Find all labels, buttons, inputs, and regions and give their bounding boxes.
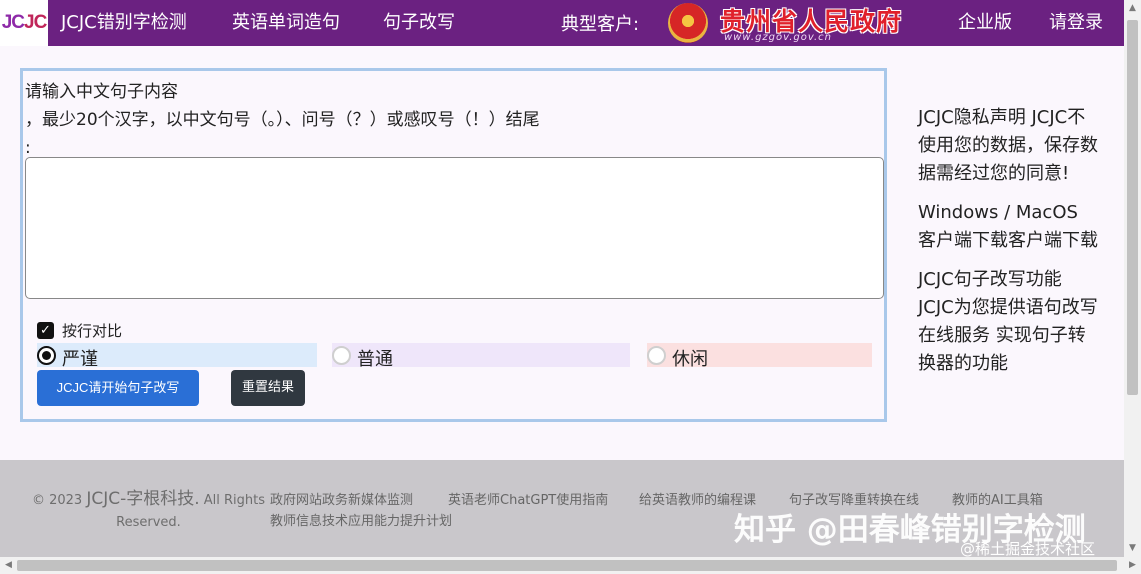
national-emblem-icon	[668, 3, 708, 43]
horizontal-scroll-thumb[interactable]	[17, 560, 1117, 571]
juejin-watermark: @稀土掘金技术社区	[960, 540, 1096, 558]
client-download[interactable]: Windows / MacOS 客户端下载客户端下载	[918, 199, 1098, 255]
copyright-year: © 2023	[31, 493, 83, 508]
footer-link-gov-monitor[interactable]: 政府网站政务新媒体监测	[270, 489, 413, 508]
footer-link-it-ability-plan[interactable]: 教师信息技术应用能力提升计划	[270, 510, 452, 529]
page-footer: © 2023 JCJC-字根科技. All Rights Reserved. 政…	[0, 460, 1124, 558]
logo-part2: JC	[24, 12, 47, 33]
line-compare-checkbox[interactable]: ✓	[37, 321, 54, 339]
rewrite-feature-info[interactable]: JCJC句子改写功能 JCJC为您提供语句改写在线服务 实现句子转换器的功能	[918, 266, 1098, 378]
radio-normal-label: 普通	[357, 349, 393, 370]
scroll-down-icon[interactable]: ▼	[1124, 540, 1141, 557]
input-instructions: 请输入中文句子内容 ，最少20个汉字，以中文句号（。）、问号（？）或感叹号（！）…	[25, 78, 785, 162]
right-sidebar: JCJC隐私声明 JCJC不使用您的数据，保存数据需经过您的同意! Window…	[918, 104, 1098, 389]
radio-casual-label: 休闲	[672, 349, 708, 370]
scroll-left-icon[interactable]: ◀	[0, 557, 17, 574]
logo-part1: JC	[1, 12, 25, 33]
copyright: © 2023 JCJC-字根科技. All Rights Reserved.	[26, 488, 271, 534]
radio-option-strict[interactable]: 严谨	[37, 343, 317, 370]
line-compare-toggle[interactable]: ✓ 按行对比	[37, 319, 122, 341]
line-compare-label: 按行对比	[62, 321, 123, 340]
instruction-line-2: ，最少20个汉字，以中文句号（。）、问号（？）或感叹号（！）结尾	[25, 110, 540, 130]
customer-logo-guizhou[interactable]: 贵州省人民政府 www.gzgov.gov.cn	[664, 0, 940, 46]
sentence-textarea[interactable]	[25, 157, 884, 299]
nav-link-typo-check[interactable]: JCJC错别字检测	[61, 0, 187, 46]
privacy-statement[interactable]: JCJC隐私声明 JCJC不使用您的数据，保存数据需经过您的同意!	[918, 104, 1098, 188]
horizontal-scrollbar[interactable]: ◀ ▶	[0, 557, 1141, 574]
scroll-right-icon[interactable]: ▶	[1124, 557, 1141, 574]
instruction-line-1: 请输入中文句子内容	[25, 82, 178, 102]
start-rewrite-button[interactable]: JCJC请开始句子改写	[37, 370, 199, 406]
customer-label: 典型客户:	[561, 14, 640, 35]
vertical-scroll-thumb[interactable]	[1127, 20, 1138, 395]
radio-option-casual[interactable]: 休闲	[647, 343, 872, 370]
copyright-brand: JCJC-字根科技.	[86, 489, 200, 509]
radio-normal[interactable]	[332, 345, 351, 365]
radio-strict[interactable]	[37, 345, 56, 365]
nav-link-enterprise[interactable]: 企业版	[958, 0, 1012, 46]
vertical-scrollbar[interactable]: ▲ ▼	[1124, 0, 1141, 557]
site-logo[interactable]: JC JC	[0, 0, 48, 46]
reset-results-button[interactable]: 重置结果	[231, 370, 305, 406]
footer-link-chatgpt-guide[interactable]: 英语老师ChatGPT使用指南	[448, 489, 608, 508]
radio-strict-label: 严谨	[62, 349, 98, 370]
radio-casual[interactable]	[647, 345, 666, 365]
nav-link-login[interactable]: 请登录	[1049, 0, 1103, 46]
rewrite-form: 请输入中文句子内容 ，最少20个汉字，以中文句号（。）、问号（？）或感叹号（！）…	[20, 68, 887, 422]
radio-option-normal[interactable]: 普通	[332, 343, 630, 370]
nav-link-english-sentence[interactable]: 英语单词造句	[232, 0, 340, 46]
nav-link-sentence-rewrite[interactable]: 句子改写	[383, 0, 455, 46]
top-navbar: JC JC JCJC错别字检测 英语单词造句 句子改写 典型客户: 贵州省人民政府…	[0, 0, 1124, 46]
scroll-up-icon[interactable]: ▲	[1124, 0, 1141, 17]
gov-url: www.gzgov.gov.cn	[724, 32, 833, 43]
